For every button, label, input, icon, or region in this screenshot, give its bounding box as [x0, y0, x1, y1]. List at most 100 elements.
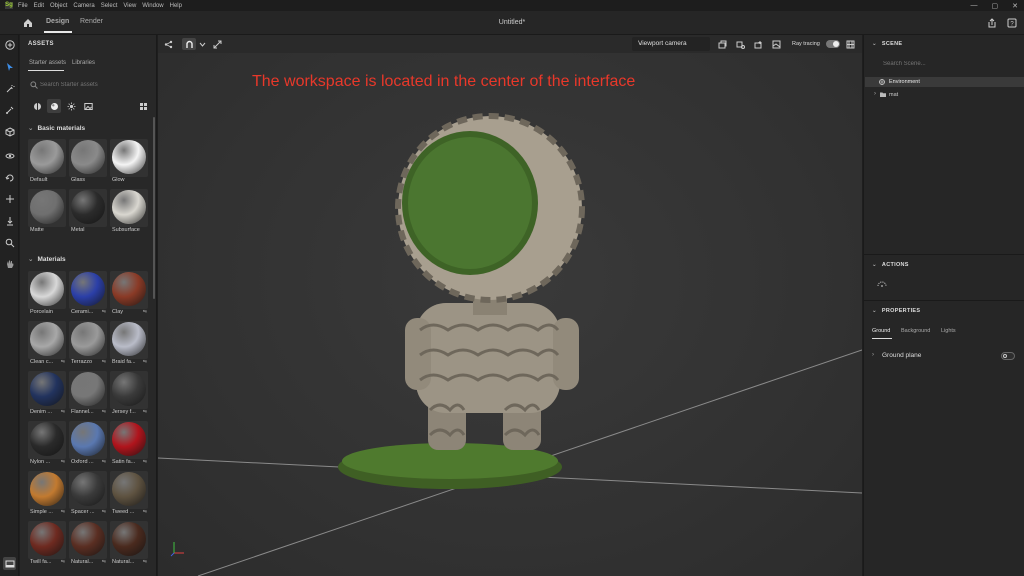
material-swatch[interactable]: Oxford ... ⇋ — [69, 421, 107, 467]
basic-materials-header[interactable]: ⌄ Basic materials — [28, 124, 85, 132]
chevron-down-icon[interactable] — [196, 38, 208, 50]
material-swatch[interactable]: Natural... ⇋ — [110, 521, 148, 567]
tab-background[interactable]: Background — [901, 328, 930, 334]
ray-tracing-toggle[interactable] — [826, 40, 840, 48]
material-swatch[interactable]: Glass — [69, 139, 107, 185]
menu-camera[interactable]: Camera — [73, 3, 94, 9]
adjust-icon[interactable]: ⇋ — [102, 559, 106, 565]
material-swatch[interactable]: Denim ... ⇋ — [28, 371, 66, 417]
drop-to-floor-icon[interactable] — [3, 214, 16, 227]
menu-help[interactable]: Help — [170, 3, 182, 9]
close-button[interactable]: ✕ — [1012, 2, 1018, 10]
material-swatch[interactable]: Tweed ... ⇋ — [110, 471, 148, 517]
material-swatch[interactable]: Clay ⇋ — [110, 271, 148, 317]
materials-header[interactable]: ⌄ Materials — [28, 255, 66, 263]
chevron-right-icon[interactable]: › — [872, 352, 874, 358]
tab-libraries[interactable]: Libraries — [72, 60, 95, 66]
render-preview-icon[interactable] — [770, 38, 782, 50]
properties-header[interactable]: ⌄ PROPERTIES — [872, 308, 920, 314]
adjust-icon[interactable]: ⇋ — [61, 509, 65, 515]
material-swatch[interactable]: Clean c... ⇋ — [28, 321, 66, 367]
adjust-icon[interactable]: ⇋ — [102, 409, 106, 415]
bottom-panel-icon[interactable] — [3, 557, 16, 570]
adjust-icon[interactable]: ⇋ — [102, 359, 106, 365]
menu-view[interactable]: View — [123, 3, 136, 9]
add-icon[interactable] — [3, 38, 16, 51]
menu-window[interactable]: Window — [142, 3, 163, 9]
camera-history-icon[interactable] — [734, 38, 746, 50]
chevron-right-icon[interactable]: › — [874, 91, 876, 97]
material-swatch[interactable]: Terrazzo ⇋ — [69, 321, 107, 367]
menu-object[interactable]: Object — [50, 3, 67, 9]
material-swatch[interactable]: Cerami... ⇋ — [69, 271, 107, 317]
adjust-icon[interactable]: ⇋ — [143, 359, 147, 365]
material-swatch[interactable]: Simple ... ⇋ — [28, 471, 66, 517]
material-swatch[interactable]: Jersey f... ⇋ — [110, 371, 148, 417]
adjust-icon[interactable]: ⇋ — [143, 309, 147, 315]
adjust-icon[interactable]: ⇋ — [61, 409, 65, 415]
adjust-icon[interactable]: ⇋ — [61, 559, 65, 565]
ground-plane-toggle[interactable] — [1001, 352, 1015, 360]
viewport[interactable]: Viewport camera ⌄ Ray tracing The worksp… — [158, 35, 862, 576]
adjust-icon[interactable]: ⇋ — [102, 509, 106, 515]
maximize-button[interactable]: ▢ — [992, 2, 999, 10]
actions-header[interactable]: ⌄ ACTIONS — [872, 262, 909, 268]
snap-magnet-icon[interactable] — [182, 38, 196, 50]
material-swatch[interactable]: Matte — [28, 189, 66, 235]
material-swatch[interactable]: Metal — [69, 189, 107, 235]
adjust-icon[interactable]: ⇋ — [143, 559, 147, 565]
scene-item-environment[interactable]: Environment — [865, 77, 1024, 87]
filter-materials-icon[interactable] — [47, 99, 61, 113]
tab-starter-assets[interactable]: Starter assets — [29, 60, 66, 66]
material-swatch[interactable]: Porcelain — [28, 271, 66, 317]
frame-selection-icon[interactable] — [211, 38, 223, 50]
scene-item-mat[interactable]: › mat — [865, 90, 1024, 100]
scene-header[interactable]: ⌄ SCENE — [872, 41, 902, 47]
adjust-icon[interactable]: ⇋ — [61, 359, 65, 365]
material-swatch[interactable]: Glow — [110, 139, 148, 185]
material-swatch[interactable]: Nylon ... ⇋ — [28, 421, 66, 467]
adjust-icon[interactable]: ⇋ — [102, 309, 106, 315]
share-icon[interactable] — [986, 17, 998, 29]
minimize-button[interactable]: — — [971, 2, 978, 9]
tab-ground[interactable]: Ground — [872, 328, 890, 334]
menu-edit[interactable]: Edit — [34, 3, 44, 9]
adjust-icon[interactable]: ⇋ — [61, 459, 65, 465]
material-swatch[interactable]: Flannel... ⇋ — [69, 371, 107, 417]
scene-graph-icon[interactable] — [162, 38, 174, 50]
adjust-icon[interactable]: ⇋ — [102, 459, 106, 465]
material-swatch[interactable]: Twill fa... ⇋ — [28, 521, 66, 567]
tab-lights[interactable]: Lights — [941, 328, 956, 334]
filter-images-icon[interactable] — [81, 99, 95, 113]
eyedropper-icon[interactable] — [3, 103, 16, 116]
menu-file[interactable]: File — [18, 3, 28, 9]
material-swatch[interactable]: Satin fa... ⇋ — [110, 421, 148, 467]
help-icon[interactable]: ? — [1006, 17, 1018, 29]
magic-wand-icon[interactable] — [3, 82, 16, 95]
assets-scrollbar[interactable] — [153, 117, 155, 299]
rotate-icon[interactable] — [3, 171, 16, 184]
menu-select[interactable]: Select — [101, 3, 118, 9]
pan-icon[interactable] — [3, 257, 16, 270]
material-swatch[interactable]: Natural... ⇋ — [69, 521, 107, 567]
adjust-icon[interactable]: ⇋ — [143, 509, 147, 515]
material-swatch[interactable]: Subsurface — [110, 189, 148, 235]
ground-plane-row[interactable]: › Ground plane — [872, 351, 1020, 361]
3d-box-icon[interactable] — [3, 125, 16, 138]
filter-lights-icon[interactable] — [64, 99, 78, 113]
move-icon[interactable] — [3, 192, 16, 205]
grid-view-icon[interactable] — [136, 99, 150, 113]
scene-search-input[interactable] — [882, 59, 1012, 69]
select-icon[interactable] — [3, 60, 16, 73]
camera-bookmark-icon[interactable] — [716, 38, 728, 50]
material-swatch[interactable]: Default — [28, 139, 66, 185]
filter-models-icon[interactable] — [30, 99, 44, 113]
adjust-icon[interactable]: ⇋ — [143, 459, 147, 465]
material-swatch[interactable]: Spacer ... ⇋ — [69, 471, 107, 517]
orbit-icon[interactable] — [3, 149, 16, 162]
camera-select[interactable]: Viewport camera ⌄ — [632, 37, 710, 51]
viewport-settings-icon[interactable] — [844, 38, 856, 50]
zoom-icon[interactable] — [3, 236, 16, 249]
adjust-icon[interactable]: ⇋ — [143, 409, 147, 415]
material-swatch[interactable]: Braid fa... ⇋ — [110, 321, 148, 367]
